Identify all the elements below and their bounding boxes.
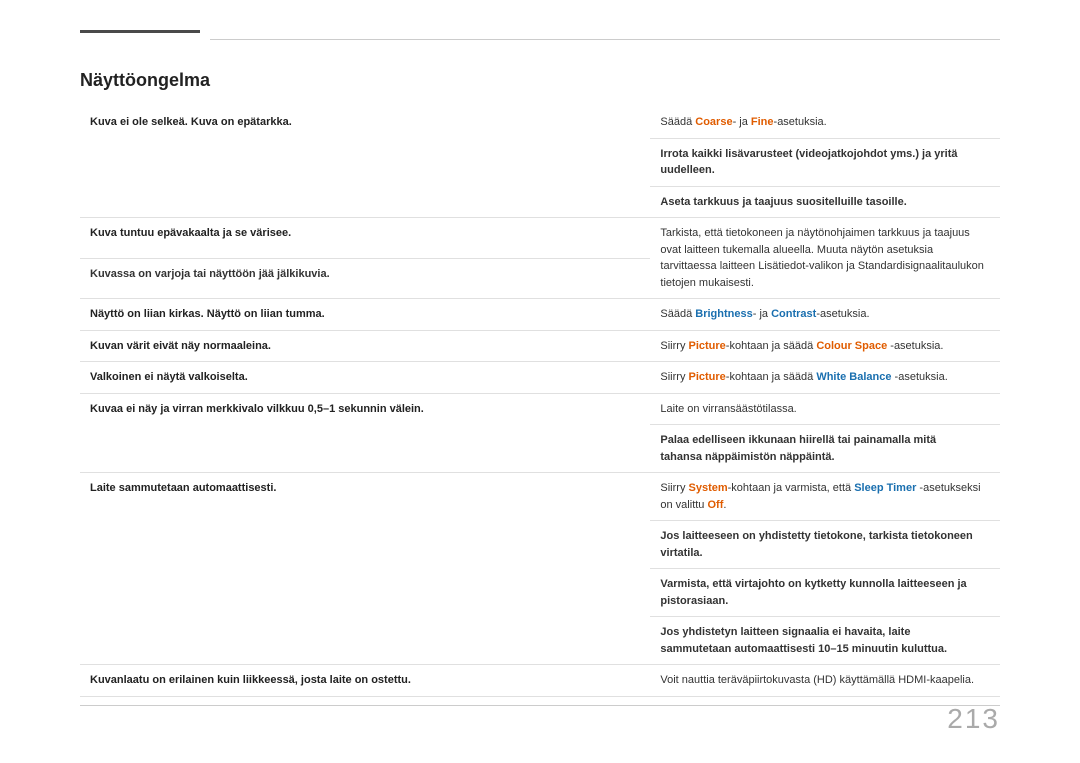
top-accent-line: [80, 30, 200, 33]
solution-cell: Laite on virransäästötilassa.: [650, 393, 1000, 425]
solution-cell: Jos yhdistetyn laitteen signaalia ei hav…: [650, 617, 1000, 665]
problem-cell: Valkoinen ei näytä valkoiselta.: [80, 362, 650, 394]
problem-cell: Kuvanlaatu on erilainen kuin liikkeessä,…: [80, 665, 650, 697]
solution-cell: Tarkista, että tietokoneen ja näytönohja…: [650, 218, 1000, 299]
problem-cell: Kuvassa on varjoja tai näyttöön jää jälk…: [80, 258, 650, 299]
table-row: Kuva tuntuu epävakaalta ja se värisee.Ta…: [80, 218, 1000, 259]
table-row: Kuvan värit eivät näy normaaleina.Siirry…: [80, 330, 1000, 362]
page-title: Näyttöongelma: [80, 70, 1000, 91]
solution-cell: Aseta tarkkuus ja taajuus suositelluille…: [650, 186, 1000, 218]
table-row-final: [80, 696, 1000, 705]
table-row: Kuvaa ei näy ja virran merkkivalo vilkku…: [80, 393, 1000, 425]
solution-cell: Säädä Coarse- ja Fine-asetuksia.: [650, 107, 1000, 138]
solution-cell: Siirry System-kohtaan ja varmista, että …: [650, 473, 1000, 521]
table-row: Näyttö on liian kirkas. Näyttö on liian …: [80, 299, 1000, 331]
top-horizontal-line: [210, 39, 1000, 40]
table-row: Kuvanlaatu on erilainen kuin liikkeessä,…: [80, 665, 1000, 697]
solution-cell: Siirry Picture-kohtaan ja säädä Colour S…: [650, 330, 1000, 362]
page-number: 213: [947, 703, 1000, 735]
problem-cell: Kuva ei ole selkeä. Kuva on epätarkka.: [80, 107, 650, 218]
solution-cell: Säädä Brightness- ja Contrast-asetuksia.: [650, 299, 1000, 331]
solution-cell: Varmista, että virtajohto on kytketty ku…: [650, 569, 1000, 617]
table-row: Laite sammutetaan automaattisesti.Siirry…: [80, 473, 1000, 521]
problem-cell: Kuva tuntuu epävakaalta ja se värisee.: [80, 218, 650, 259]
problem-cell: Kuvan värit eivät näy normaaleina.: [80, 330, 650, 362]
solution-cell: Siirry Picture-kohtaan ja säädä White Ba…: [650, 362, 1000, 394]
solution-cell: Voit nauttia teräväpiirtokuvasta (HD) kä…: [650, 665, 1000, 697]
solution-cell: Irrota kaikki lisävarusteet (videojatkoj…: [650, 138, 1000, 186]
problem-cell: Laite sammutetaan automaattisesti.: [80, 473, 650, 665]
problem-cell: Näyttö on liian kirkas. Näyttö on liian …: [80, 299, 650, 331]
main-table: Kuva ei ole selkeä. Kuva on epätarkka.Sä…: [80, 107, 1000, 706]
table-row: Valkoinen ei näytä valkoiselta.Siirry Pi…: [80, 362, 1000, 394]
solution-cell: Palaa edelliseen ikkunaan hiirellä tai p…: [650, 425, 1000, 473]
solution-cell: Jos laitteeseen on yhdistetty tietokone,…: [650, 521, 1000, 569]
page-container: Näyttöongelma Kuva ei ole selkeä. Kuva o…: [0, 0, 1080, 763]
problem-cell: Kuvaa ei näy ja virran merkkivalo vilkku…: [80, 393, 650, 473]
table-row: Kuva ei ole selkeä. Kuva on epätarkka.Sä…: [80, 107, 1000, 138]
